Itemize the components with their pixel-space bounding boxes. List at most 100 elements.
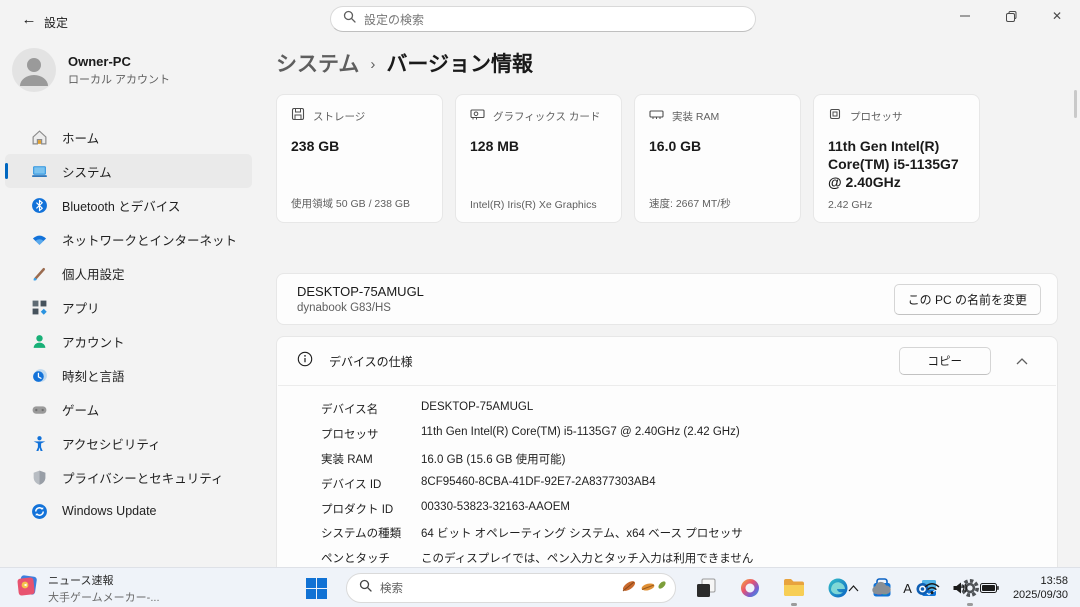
cpu-icon [828, 107, 842, 126]
table-row: デバイス ID 8CF95460-8CBA-41DF-92E7-2A837730… [321, 471, 1057, 496]
storage-value: 238 GB [291, 137, 428, 155]
sidebar-nav: ホーム システム Bluetooth とデバイス ネットワークとインターネット … [5, 120, 252, 528]
gpu-detail: Intel(R) Iris(R) Xe Graphics [470, 199, 611, 211]
wifi-tray-icon[interactable] [918, 570, 946, 606]
scrollbar[interactable] [1074, 90, 1077, 118]
main-content: システム › バージョン情報 ストレージ 238 GB 使用領域 50 GB /… [270, 40, 1080, 567]
close-button[interactable]: ✕ [1034, 0, 1080, 32]
running-indicator [791, 603, 797, 606]
bluetooth-icon [31, 197, 48, 214]
info-icon [297, 351, 313, 372]
accessibility-icon [31, 435, 48, 452]
sidebar-item-system[interactable]: システム [5, 154, 252, 188]
restore-button[interactable] [988, 0, 1034, 32]
apps-icon [31, 299, 48, 316]
cpu-detail: 2.42 GHz [828, 199, 969, 211]
tray-chevron-icon[interactable] [842, 570, 865, 606]
sidebar-item-windows-update[interactable]: Windows Update [5, 494, 252, 528]
sidebar-item-home[interactable]: ホーム [5, 120, 252, 154]
spec-cards: ストレージ 238 GB 使用領域 50 GB / 238 GB グラフィックス… [276, 94, 980, 223]
gpu-icon [470, 107, 485, 126]
account-type: ローカル アカウント [68, 71, 170, 87]
account-name: Owner-PC [68, 54, 170, 69]
sidebar-item-personalization[interactable]: 個人用設定 [5, 256, 252, 290]
battery-icon[interactable] [974, 570, 1005, 606]
device-specs-panel: デバイスの仕様 コピー デバイス名 DESKTOP-75AMUGL プロセッサ … [276, 336, 1058, 576]
pc-name-panel: DESKTOP-75AMUGL dynabook G83/HS この PC の名… [276, 273, 1058, 325]
onedrive-icon[interactable] [865, 570, 897, 606]
selection-accent-bar [5, 163, 8, 179]
ime-indicator[interactable]: A [897, 570, 918, 606]
tray-time: 13:58 [1013, 574, 1068, 588]
gpu-card: グラフィックス カード 128 MB Intel(R) Iris(R) Xe G… [455, 94, 622, 223]
clock[interactable]: 13:58 2025/09/30 [1005, 574, 1080, 602]
back-button[interactable]: ← [12, 4, 46, 34]
sidebar-item-time-language[interactable]: 時刻と言語 [5, 358, 252, 392]
start-button[interactable] [296, 568, 336, 607]
search-icon [359, 579, 372, 597]
account-profile[interactable]: Owner-PC ローカル アカウント [12, 48, 170, 92]
storage-icon [291, 107, 305, 126]
sidebar-item-accounts[interactable]: アカウント [5, 324, 252, 358]
storage-detail: 使用領域 50 GB / 238 GB [291, 196, 432, 211]
taskbar-search-input[interactable]: 検索 [346, 573, 676, 603]
ram-card: 実装 RAM 16.0 GB 速度: 2667 MT/秒 [634, 94, 801, 223]
home-icon [31, 129, 48, 146]
copy-button[interactable]: コピー [899, 347, 992, 375]
rename-pc-button[interactable]: この PC の名前を変更 [894, 284, 1041, 315]
breadcrumb-system[interactable]: システム [276, 48, 359, 78]
sidebar: Owner-PC ローカル アカウント ホーム システム Bluetooth と… [0, 40, 270, 567]
search-placeholder: 設定の検索 [364, 11, 424, 28]
ram-detail: 速度: 2667 MT/秒 [649, 196, 790, 211]
brush-icon [31, 265, 48, 282]
widget-subline: 大手ゲームメーカー-... [48, 589, 160, 605]
search-icon [343, 10, 356, 28]
copilot-button[interactable] [730, 568, 770, 607]
table-row: 実装 RAM 16.0 GB (15.6 GB 使用可能) [321, 447, 1057, 472]
wifi-icon [31, 231, 48, 248]
settings-search-input[interactable]: 設定の検索 [330, 6, 756, 32]
account-icon [31, 333, 48, 350]
shield-icon [31, 469, 48, 486]
table-row: プロダクト ID 00330-53823-32163-AAOEM [321, 496, 1057, 521]
breadcrumb-separator: › [370, 54, 375, 73]
taskbar: ニュース速報 大手ゲームメーカー-... 検索 [0, 567, 1080, 607]
window-title: 設定 [44, 14, 68, 31]
task-view-button[interactable] [686, 568, 726, 607]
ram-value: 16.0 GB [649, 137, 786, 155]
gpu-value: 128 MB [470, 137, 607, 155]
sidebar-item-gaming[interactable]: ゲーム [5, 392, 252, 426]
volume-icon[interactable] [946, 570, 974, 606]
titlebar: ← 設定 設定の検索 ✕ [0, 0, 1080, 40]
ram-icon [649, 107, 664, 126]
update-icon [31, 503, 48, 520]
gamepad-icon [31, 401, 48, 418]
sidebar-item-apps[interactable]: アプリ [5, 290, 252, 324]
sidebar-item-accessibility[interactable]: アクセシビリティ [5, 426, 252, 460]
table-row: デバイス名 DESKTOP-75AMUGL [321, 397, 1057, 422]
sidebar-item-network-internet[interactable]: ネットワークとインターネット [5, 222, 252, 256]
minimize-button[interactable] [942, 0, 988, 32]
collapse-chevron-icon[interactable] [1007, 346, 1037, 376]
specs-title: デバイスの仕様 [329, 353, 413, 370]
storage-card: ストレージ 238 GB 使用領域 50 GB / 238 GB [276, 94, 443, 223]
seasonal-leaves-icon [617, 574, 669, 603]
widgets-button[interactable]: ニュース速報 大手ゲームメーカー-... [6, 571, 168, 605]
page-title: バージョン情報 [386, 48, 533, 78]
pc-name: DESKTOP-75AMUGL [297, 284, 424, 299]
breadcrumb: システム › バージョン情報 [276, 48, 533, 78]
sidebar-item-bluetooth-devices[interactable]: Bluetooth とデバイス [5, 188, 252, 222]
clock-globe-icon [31, 367, 48, 384]
specs-table: デバイス名 DESKTOP-75AMUGL プロセッサ 11th Gen Int… [277, 386, 1057, 570]
table-row: プロセッサ 11th Gen Intel(R) Core(TM) i5-1135… [321, 422, 1057, 447]
file-explorer-button[interactable] [774, 568, 814, 607]
cpu-value: 11th Gen Intel(R) Core(TM) i5-1135G7 @ 2… [828, 137, 965, 191]
settings-window: ← 設定 設定の検索 ✕ Owner-PC ローカル アカウント [0, 0, 1080, 607]
sidebar-item-privacy-security[interactable]: プライバシーとセキュリティ [5, 460, 252, 494]
avatar [12, 48, 56, 92]
widget-headline: ニュース速報 [48, 572, 160, 588]
pc-model: dynabook G83/HS [297, 302, 424, 314]
system-icon [31, 163, 48, 180]
tray-date: 2025/09/30 [1013, 588, 1068, 602]
widgets-news-icon [14, 573, 40, 604]
